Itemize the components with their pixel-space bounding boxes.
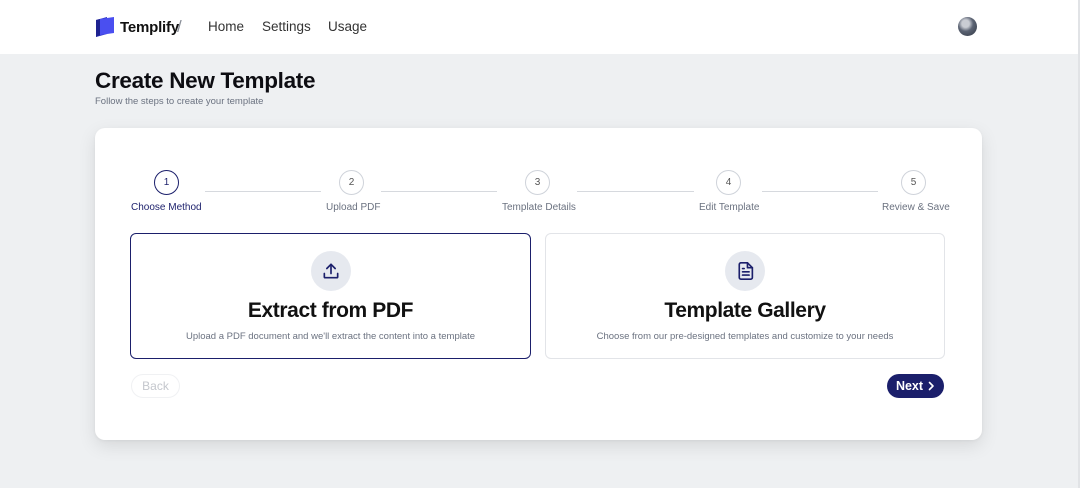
back-button[interactable]: Back (131, 374, 180, 398)
next-button[interactable]: Next (887, 374, 944, 398)
breadcrumb-separator: / (177, 17, 182, 36)
step-3-label: Template Details (502, 202, 576, 213)
nav-link-usage[interactable]: Usage (328, 19, 367, 34)
option-title: Extract from PDF (247, 299, 414, 322)
templify-logo-icon[interactable] (95, 16, 115, 38)
step-connector (762, 191, 878, 192)
page-subtitle: Follow the steps to create your template (95, 96, 264, 107)
option-description: Choose from our pre-designed templates a… (596, 331, 894, 342)
page-title: Create New Template (95, 68, 316, 93)
user-avatar[interactable] (958, 17, 977, 36)
step-2-label: Upload PDF (326, 202, 381, 213)
step-connector (577, 191, 694, 192)
step-1-label: Choose Method (131, 202, 202, 213)
step-5-label: Review & Save (882, 202, 950, 213)
step-4-circle[interactable]: 4 (716, 170, 741, 195)
step-1-circle[interactable]: 1 (154, 170, 179, 195)
step-5-circle[interactable]: 5 (901, 170, 926, 195)
step-connector (205, 191, 321, 192)
option-description: Upload a PDF document and we'll extract … (185, 331, 476, 342)
step-connector (381, 191, 497, 192)
step-2-circle[interactable]: 2 (339, 170, 364, 195)
next-button-label: Next (895, 379, 924, 393)
upload-icon (310, 251, 351, 291)
step-3-circle[interactable]: 3 (525, 170, 550, 195)
chevron-right-icon (928, 381, 934, 391)
nav-link-home[interactable]: Home (208, 19, 244, 34)
nav-link-settings[interactable]: Settings (262, 19, 311, 34)
document-icon (725, 251, 765, 291)
option-extract-from-pdf[interactable]: Extract from PDF Upload a PDF document a… (130, 233, 531, 359)
option-template-gallery[interactable]: Template Gallery Choose from our pre-des… (545, 233, 945, 359)
step-4-label: Edit Template (699, 202, 760, 213)
brand-name[interactable]: Templify (120, 19, 179, 36)
top-navigation-bar: Templify / Home Settings Usage (0, 0, 1080, 54)
option-title: Template Gallery (664, 299, 826, 322)
